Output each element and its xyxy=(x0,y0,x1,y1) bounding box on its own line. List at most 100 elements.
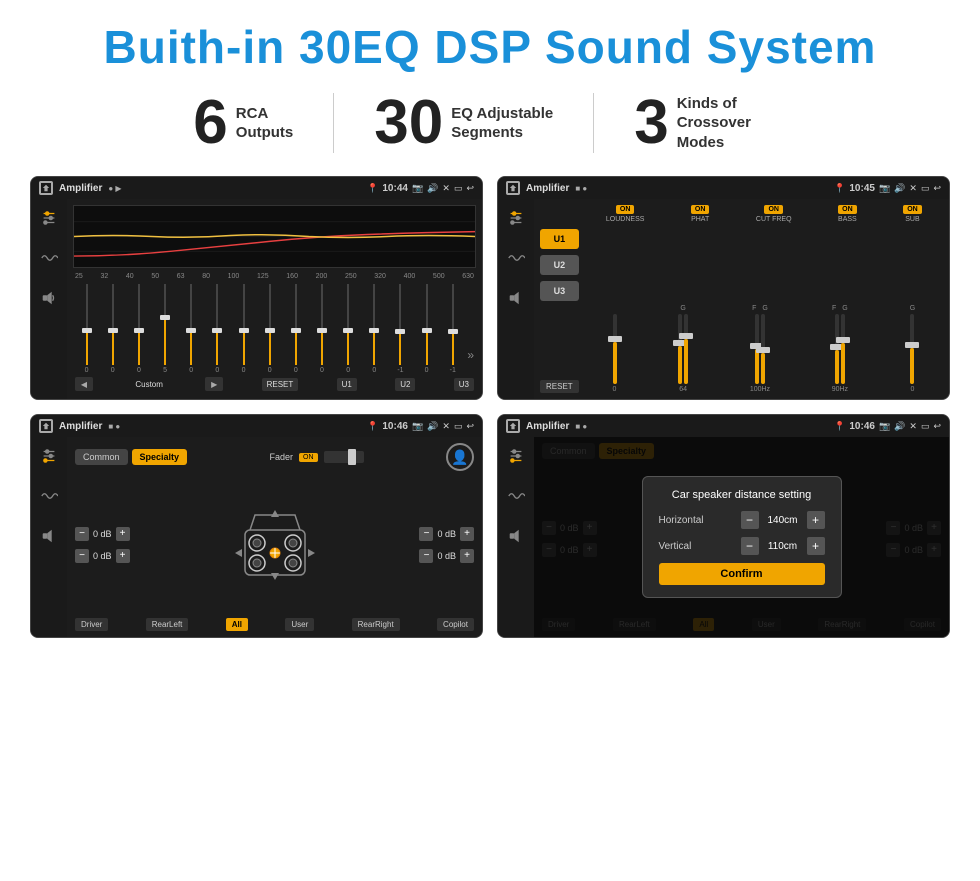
eq-u1-btn[interactable]: U1 xyxy=(337,378,357,391)
dialog-back-icon[interactable]: ↩ xyxy=(933,421,941,432)
common-tab[interactable]: Common xyxy=(75,449,128,465)
crossover-reset-btn[interactable]: RESET xyxy=(540,380,579,393)
fader-screen-content: Common Specialty Fader ON 👤 xyxy=(31,437,482,637)
db-plus-3[interactable]: + xyxy=(460,527,474,541)
crossover-sidebar-speaker[interactable] xyxy=(505,287,527,309)
eq-slider-7[interactable]: 0 xyxy=(258,284,281,374)
dialog-screen-content: Common Specialty − 0 dB + − xyxy=(498,437,949,637)
rearright-btn[interactable]: RearRight xyxy=(352,618,400,631)
fader-screen: Amplifier ■ ● 📍 10:46 📷 🔊 ✕ ▭ ↩ xyxy=(30,414,483,638)
eq-slider-14[interactable]: -1 xyxy=(441,284,464,374)
db-plus-2[interactable]: + xyxy=(116,549,130,563)
crossover-sidebar xyxy=(498,199,534,399)
fader-x-icon: ✕ xyxy=(442,421,450,432)
loudness-on[interactable]: ON xyxy=(616,205,635,214)
bass-on[interactable]: ON xyxy=(838,205,857,214)
eq-slider-0[interactable]: 0 xyxy=(75,284,98,374)
eq-time: 10:44 xyxy=(382,183,408,194)
eq-slider-13[interactable]: 0 xyxy=(415,284,438,374)
u3-button[interactable]: U3 xyxy=(540,281,579,301)
fader-sidebar-tune[interactable] xyxy=(38,445,60,467)
db-plus-4[interactable]: + xyxy=(460,549,474,563)
eq-freq-labels: 25 32 40 50 63 80 100 125 160 200 250 32… xyxy=(73,273,476,280)
phat-slider[interactable]: G xyxy=(678,305,688,393)
eq-screen-title: Amplifier xyxy=(59,183,102,194)
horizontal-plus-btn[interactable]: + xyxy=(807,511,825,529)
eq-slider-4[interactable]: 0 xyxy=(180,284,203,374)
eq-slider-10[interactable]: 0 xyxy=(337,284,360,374)
stat-eq-number: 30 xyxy=(374,92,443,154)
crossover-back-icon[interactable]: ↩ xyxy=(933,183,941,194)
vertical-minus-btn[interactable]: − xyxy=(741,537,759,555)
copilot-btn[interactable]: Copilot xyxy=(437,618,474,631)
eq-reset-btn[interactable]: RESET xyxy=(262,378,299,391)
all-btn[interactable]: All xyxy=(226,618,248,631)
dialog-home-icon[interactable] xyxy=(506,419,520,433)
eq-slider-1[interactable]: 0 xyxy=(101,284,124,374)
eq-sidebar xyxy=(31,199,67,399)
fader-volume-icon: 🔊 xyxy=(427,421,438,432)
fader-on-badge[interactable]: ON xyxy=(299,453,318,462)
vertical-plus-btn[interactable]: + xyxy=(807,537,825,555)
fader-sidebar-speaker[interactable] xyxy=(38,525,60,547)
sub-slider[interactable]: G 0 xyxy=(910,305,915,393)
u1-button[interactable]: U1 xyxy=(540,229,579,249)
dialog-sidebar-tune[interactable] xyxy=(505,445,527,467)
eq-slider-3[interactable]: 5 xyxy=(153,284,176,374)
eq-expand-icon[interactable]: » xyxy=(467,348,474,374)
home-icon[interactable] xyxy=(39,181,53,195)
eq-slider-12[interactable]: -1 xyxy=(389,284,412,374)
crossover-sidebar-wave[interactable] xyxy=(505,247,527,269)
eq-sidebar-speaker[interactable] xyxy=(38,287,60,309)
db-minus-4[interactable]: − xyxy=(419,549,433,563)
eq-next-btn[interactable]: ▶ xyxy=(205,377,223,391)
db-row-3: − 0 dB + xyxy=(419,527,474,541)
vertical-stepper: − 110cm + xyxy=(741,537,825,555)
eq-back-icon[interactable]: ↩ xyxy=(466,183,474,194)
dialog-bar-right: 📍 10:46 📷 🔊 ✕ ▭ ↩ xyxy=(834,421,941,432)
cutfreq-on[interactable]: ON xyxy=(764,205,783,214)
db-minus-2[interactable]: − xyxy=(75,549,89,563)
rearleft-btn[interactable]: RearLeft xyxy=(146,618,189,631)
fader-sidebar xyxy=(31,437,67,637)
eq-slider-6[interactable]: 0 xyxy=(232,284,255,374)
dialog-sidebar-speaker[interactable] xyxy=(505,525,527,547)
crossover-sidebar-tune[interactable] xyxy=(505,207,527,229)
eq-slider-11[interactable]: 0 xyxy=(363,284,386,374)
fader-back-icon[interactable]: ↩ xyxy=(466,421,474,432)
fader-home-icon[interactable] xyxy=(39,419,53,433)
crossover-screen-title: Amplifier xyxy=(526,183,569,194)
eq-u3-btn[interactable]: U3 xyxy=(454,378,474,391)
u2-button[interactable]: U2 xyxy=(540,255,579,275)
eq-sidebar-tune[interactable] xyxy=(38,207,60,229)
db-minus-3[interactable]: − xyxy=(419,527,433,541)
cutfreq-slider[interactable]: F G xyxy=(750,305,770,393)
loudness-slider[interactable]: 0 xyxy=(613,314,617,393)
eq-slider-8[interactable]: 0 xyxy=(284,284,307,374)
eq-slider-5[interactable]: 0 xyxy=(206,284,229,374)
crossover-screen-content: U1 U2 U3 RESET ON LOUDNESS xyxy=(498,199,949,399)
eq-u2-btn[interactable]: U2 xyxy=(395,378,415,391)
db-plus-1[interactable]: + xyxy=(116,527,130,541)
confirm-button[interactable]: Confirm xyxy=(659,563,825,585)
eq-prev-btn[interactable]: ◀ xyxy=(75,377,93,391)
specialty-tab[interactable]: Specialty xyxy=(132,449,188,465)
dialog-screen-bar: Amplifier ■ ● 📍 10:46 📷 🔊 ✕ ▭ ↩ xyxy=(498,415,949,437)
horizontal-minus-btn[interactable]: − xyxy=(741,511,759,529)
driver-btn[interactable]: Driver xyxy=(75,618,108,631)
db-val-3: 0 dB xyxy=(437,529,456,539)
eq-slider-2[interactable]: 0 xyxy=(127,284,150,374)
db-minus-1[interactable]: − xyxy=(75,527,89,541)
dialog-sidebar-wave[interactable] xyxy=(505,485,527,507)
sub-on[interactable]: ON xyxy=(903,205,922,214)
dialog-camera-icon: 📷 xyxy=(879,421,890,432)
eq-sidebar-wave[interactable] xyxy=(38,247,60,269)
bass-slider[interactable]: F G xyxy=(832,305,848,393)
user-btn[interactable]: User xyxy=(285,618,314,631)
crossover-home-icon[interactable] xyxy=(506,181,520,195)
user-profile-icon[interactable]: 👤 xyxy=(446,443,474,471)
eq-slider-9[interactable]: 0 xyxy=(310,284,333,374)
phat-on[interactable]: ON xyxy=(691,205,710,214)
fader-slider[interactable] xyxy=(324,451,364,463)
fader-sidebar-wave[interactable] xyxy=(38,485,60,507)
